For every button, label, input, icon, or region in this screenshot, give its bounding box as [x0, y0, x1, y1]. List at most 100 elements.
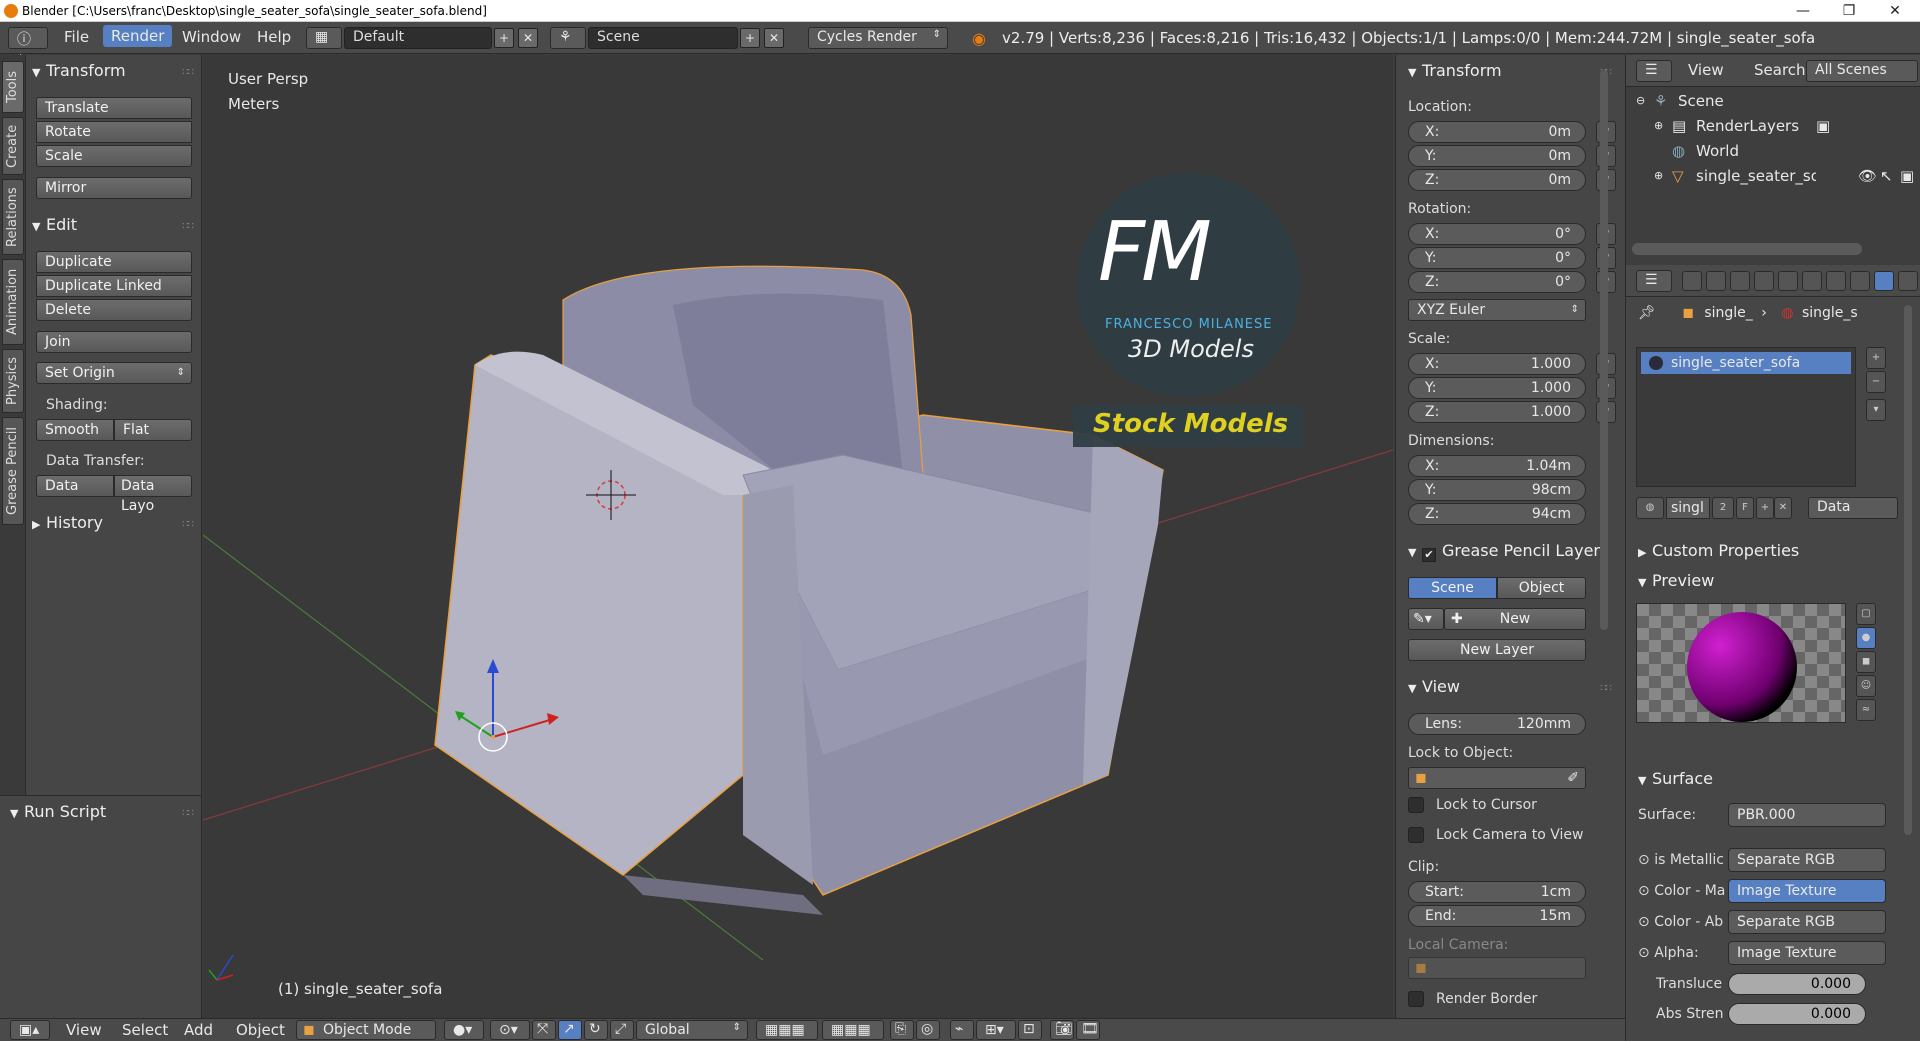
edit-panel-header[interactable]: ▼ Edit [32, 215, 77, 234]
set-origin-dropdown[interactable]: Set Origin ⇕ [36, 362, 192, 384]
render-tab-icon[interactable] [1682, 271, 1702, 291]
material-browse-icon[interactable]: ◍ [1636, 497, 1664, 519]
panel-grip-icon[interactable]: ∷∷ [182, 519, 194, 530]
n-transform-header[interactable]: ▼ Transform [1408, 61, 1502, 80]
flat-button[interactable]: Flat [114, 419, 192, 441]
properties-editor-icon[interactable]: ☰ [1636, 270, 1672, 292]
preview-sphere-icon[interactable]: ● [1856, 627, 1876, 649]
pivot-point-icon[interactable]: ⊙▾ [490, 1020, 530, 1040]
grease-pencil-checkbox[interactable]: ✔ [1422, 548, 1436, 562]
snap-toggle-icon[interactable]: ⌁ [950, 1020, 974, 1040]
grease-pencil-header[interactable]: ▼ ✔ Grease Pencil Layer [1408, 541, 1608, 562]
alpha-field[interactable]: Image Texture [1728, 941, 1886, 965]
select-arrow-icon[interactable]: ↖ [1880, 164, 1893, 188]
expand-icon[interactable]: ⊕ [1654, 164, 1663, 188]
properties-scrollbar[interactable] [1904, 305, 1912, 835]
rotation-x-field[interactable]: X: 0° [1408, 223, 1586, 245]
lock-layers-icon[interactable]: ⎘ [890, 1020, 914, 1040]
menu-file[interactable]: File [64, 28, 89, 46]
outliner-row-scene[interactable]: ⊖ ⚘ Scene [1626, 89, 1920, 113]
grease-scene-tab[interactable]: Scene [1408, 577, 1497, 599]
new-layer-button[interactable]: New Layer [1408, 639, 1586, 661]
scene-icon[interactable]: ⚘ [550, 27, 586, 49]
preview-monkey-icon[interactable]: ☺ [1856, 675, 1876, 697]
menu-view[interactable]: View [66, 1021, 102, 1039]
outliner-row-renderlayers[interactable]: ⊕ ▤ RenderLayers ▣ [1626, 114, 1920, 138]
viewport-canvas[interactable] [203, 55, 1393, 1018]
editor-type-icon[interactable]: ⓘ ▴ [8, 27, 48, 65]
panel-grip-icon[interactable]: ∷∷ [182, 221, 194, 232]
preview-plane-icon[interactable]: ▢ [1856, 603, 1876, 625]
tab-create[interactable]: Create [2, 117, 24, 175]
surface-shader-field[interactable]: PBR.000 [1728, 803, 1886, 827]
data-button[interactable]: Data [36, 475, 114, 497]
scale-y-field[interactable]: Y: 1.000 [1408, 377, 1586, 399]
pin-icon[interactable]: 📌︎ [1638, 305, 1656, 321]
viewport-editor-icon[interactable]: ▣▴ [10, 1020, 50, 1040]
location-x-field[interactable]: X: 0m [1408, 121, 1586, 143]
scene-field[interactable]: Scene [588, 27, 738, 49]
tab-relations[interactable]: Relations [2, 179, 24, 255]
duplicate-button[interactable]: Duplicate [36, 251, 192, 273]
custom-properties-header[interactable]: ▶ Custom Properties [1638, 541, 1799, 560]
layers-grid-a-icon[interactable]: ▦▦▦ [756, 1020, 818, 1040]
opengl-anim-icon[interactable]: 🎞︎ [1076, 1020, 1100, 1040]
smooth-button[interactable]: Smooth [36, 419, 114, 441]
scale-z-field[interactable]: Z: 1.000 [1408, 401, 1586, 423]
unlink-material-icon[interactable]: ✕ [1774, 497, 1792, 519]
abs-strength-slider[interactable]: 0.000 [1728, 1003, 1866, 1025]
render-border-checkbox[interactable] [1408, 991, 1424, 1007]
material-tab-icon[interactable] [1874, 271, 1894, 291]
tab-grease-pencil[interactable]: Grease Pencil [2, 417, 24, 525]
minimize-icon[interactable]: — [1780, 0, 1826, 22]
snap-element-icon[interactable]: ⊞▾ [976, 1020, 1016, 1040]
scene-tab-icon[interactable] [1730, 271, 1750, 291]
dimension-x-field[interactable]: X: 1.04m [1408, 455, 1586, 477]
panel-grip-icon[interactable]: ∷∷ [182, 808, 194, 819]
location-z-field[interactable]: Z: 0m [1408, 169, 1586, 191]
rotate-button[interactable]: Rotate [36, 121, 192, 143]
eyedropper-icon[interactable]: ✐ [1567, 768, 1579, 788]
remove-layout-icon[interactable]: ✕ [518, 28, 538, 48]
texture-tab-icon[interactable] [1898, 271, 1918, 291]
rotation-z-field[interactable]: Z: 0° [1408, 271, 1586, 293]
material-slot-list[interactable]: single_seater_sofa [1636, 347, 1856, 487]
data-tab-icon[interactable] [1850, 271, 1870, 291]
delete-button[interactable]: Delete [36, 299, 192, 321]
layers-tab-icon[interactable] [1706, 271, 1726, 291]
new-grease-button[interactable]: ✚ New [1444, 608, 1586, 630]
duplicate-linked-button[interactable]: Duplicate Linked [36, 275, 192, 297]
translate-button[interactable]: Translate [36, 97, 192, 119]
n-panel-scrollbar[interactable] [1600, 70, 1608, 630]
modifiers-tab-icon[interactable] [1826, 271, 1846, 291]
maximize-icon[interactable]: ❐ [1826, 0, 1872, 22]
snap-target-icon[interactable]: ⊡ [1018, 1020, 1042, 1040]
menu-window[interactable]: Window [182, 28, 241, 46]
render-icon[interactable]: ▣ [1816, 114, 1830, 138]
outliner-menu-search[interactable]: Search [1754, 61, 1806, 79]
sofa-model[interactable] [434, 265, 1164, 915]
tab-physics[interactable]: Physics [2, 349, 24, 413]
material-link-dropdown[interactable]: Data [1808, 497, 1898, 519]
menu-select[interactable]: Select [122, 1021, 168, 1039]
data-layout-button[interactable]: Data Layo [114, 475, 192, 514]
dimension-z-field[interactable]: Z: 94cm [1408, 503, 1586, 525]
grease-object-tab[interactable]: Object [1497, 577, 1586, 599]
rotation-mode-dropdown[interactable]: XYZ Euler ⇕ [1408, 299, 1586, 321]
view-panel-header[interactable]: ▼ View [1408, 677, 1460, 696]
tab-animation[interactable]: Animation [2, 259, 24, 345]
mirror-button[interactable]: Mirror [36, 177, 192, 199]
panel-grip-icon[interactable]: ∷∷ [182, 67, 194, 78]
menu-object[interactable]: Object [236, 1021, 285, 1039]
transform-panel-header[interactable]: ▼ Transform [32, 61, 126, 80]
rotation-y-field[interactable]: Y: 0° [1408, 247, 1586, 269]
material-users-count[interactable]: 2 [1712, 497, 1734, 519]
add-layout-icon[interactable]: + [494, 28, 514, 48]
camera-render-icon[interactable]: ▣ [1900, 164, 1914, 188]
outliner-row-world[interactable]: ◍ World [1626, 139, 1920, 163]
remove-scene-icon[interactable]: ✕ [764, 28, 784, 48]
join-button[interactable]: Join [36, 331, 192, 353]
visibility-eye-icon[interactable]: 👁︎ [1858, 164, 1877, 188]
add-scene-icon[interactable]: + [740, 28, 760, 48]
translucent-slider[interactable]: 0.000 [1728, 973, 1866, 995]
